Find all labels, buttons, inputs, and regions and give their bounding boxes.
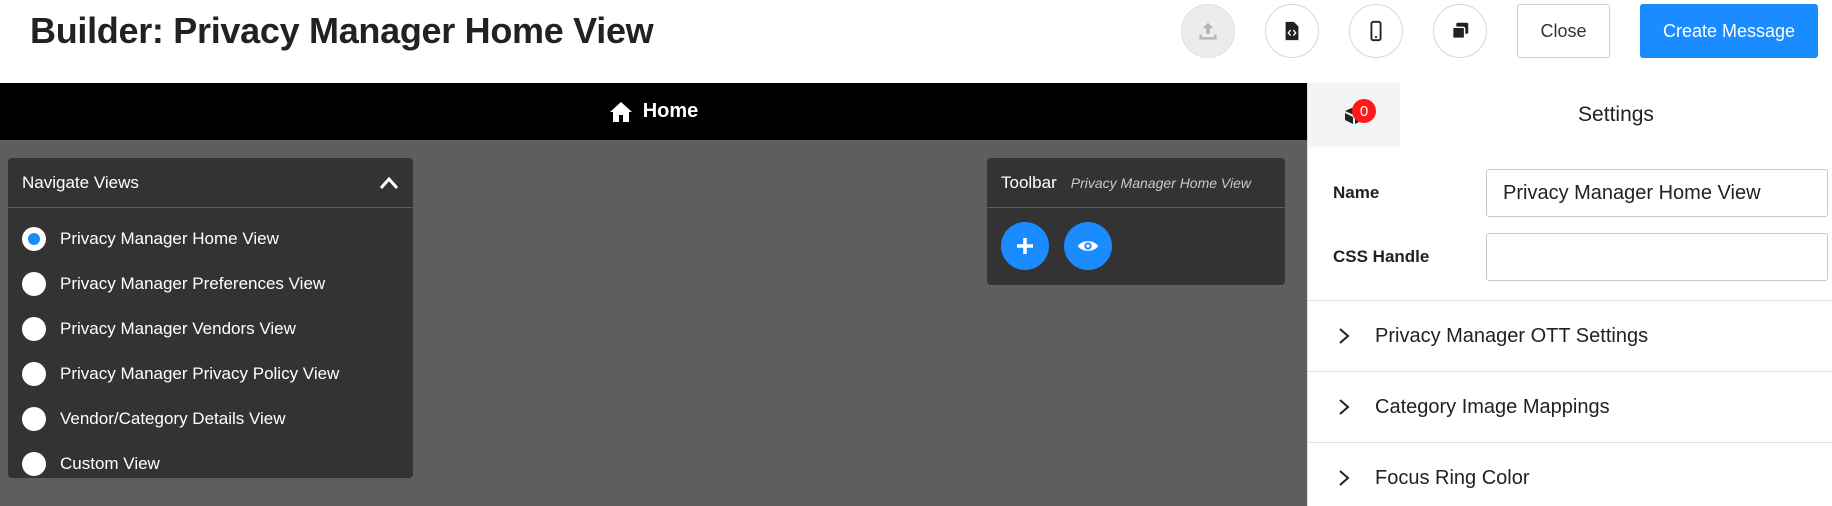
eye-icon [1077,241,1099,251]
mobile-preview-button[interactable] [1349,4,1403,58]
view-option-vendor-category-details[interactable]: Vendor/Category Details View [8,396,413,441]
accordion-focus-ring-color[interactable]: Focus Ring Color [1308,442,1832,506]
radio-button[interactable] [22,451,46,476]
css-handle-row: CSS Handle [1333,233,1832,281]
navigate-views-title: Navigate Views [22,172,139,192]
toolbar-panel: Toolbar Privacy Manager Home View [987,158,1285,285]
accordion-label: Category Image Mappings [1375,395,1610,418]
toolbar-header: Toolbar Privacy Manager Home View [987,158,1285,208]
copy-icon [1451,22,1469,40]
settings-sidebar: 0 Settings Name CSS Handle Privacy Manag… [1307,83,1832,506]
home-label: Home [642,100,699,122]
view-option-label: Privacy Manager Preferences View [60,273,326,293]
upload-icon [1199,22,1217,40]
notification-badge: 0 [1352,99,1376,123]
view-option-label: Vendor/Category Details View [60,408,286,428]
chevron-up-icon[interactable] [379,176,399,190]
code-view-button[interactable] [1265,4,1319,58]
tab-components[interactable]: 0 [1308,83,1400,147]
view-option-label: Privacy Manager Privacy Policy View [60,363,340,383]
upload-button[interactable] [1181,4,1235,58]
copy-button[interactable] [1433,4,1487,58]
radio-button[interactable] [22,271,46,296]
name-label: Name [1333,183,1380,202]
css-handle-input[interactable] [1486,233,1828,281]
view-option-preferences[interactable]: Privacy Manager Preferences View [8,261,413,306]
sidebar-tabs: 0 Settings [1308,83,1832,147]
radio-button[interactable] [22,226,46,251]
canvas-area: Home Navigate Views Privacy Manager Home… [0,83,1307,506]
mobile-icon [1370,20,1382,42]
radio-button[interactable] [22,361,46,386]
close-button[interactable]: Close [1517,4,1610,58]
name-input[interactable] [1486,169,1828,217]
view-option-privacy-policy[interactable]: Privacy Manager Privacy Policy View [8,351,413,396]
header: Builder: Privacy Manager Home View Close… [0,0,1832,83]
home-bar[interactable]: Home [0,83,1307,140]
name-row: Name [1333,169,1832,217]
navigate-views-panel: Navigate Views Privacy Manager Home View… [8,158,413,478]
toolbar-title: Toolbar [1001,172,1057,192]
code-file-icon [1285,21,1299,41]
view-option-label: Privacy Manager Vendors View [60,318,296,338]
chevron-right-icon [1339,328,1350,344]
toolbar-subtitle: Privacy Manager Home View [1070,174,1252,191]
preview-button[interactable] [1064,222,1112,270]
chevron-right-icon [1339,470,1350,486]
navigate-views-header[interactable]: Navigate Views [8,158,413,208]
radio-button[interactable] [22,406,46,431]
view-option-label: Custom View [60,453,160,473]
accordion-label: Privacy Manager OTT Settings [1375,324,1649,347]
chevron-right-icon [1339,399,1350,415]
tab-settings[interactable]: Settings [1400,83,1832,147]
add-component-button[interactable] [1001,222,1049,270]
css-handle-label: CSS Handle [1333,247,1430,266]
view-option-home[interactable]: Privacy Manager Home View [8,216,413,261]
plus-icon [1017,238,1033,254]
home-icon [609,101,632,122]
view-option-label: Privacy Manager Home View [60,228,279,248]
view-list: Privacy Manager Home View Privacy Manage… [8,208,413,478]
create-message-button[interactable]: Create Message [1640,4,1818,58]
accordion-ott-settings[interactable]: Privacy Manager OTT Settings [1308,300,1832,371]
view-option-vendors[interactable]: Privacy Manager Vendors View [8,306,413,351]
toolbar-actions [987,208,1285,284]
radio-button[interactable] [22,316,46,341]
accordion-category-image-mappings[interactable]: Category Image Mappings [1308,371,1832,442]
accordion-label: Focus Ring Color [1375,466,1530,489]
view-option-custom[interactable]: Custom View [8,441,413,478]
page-title: Builder: Privacy Manager Home View [30,10,654,51]
